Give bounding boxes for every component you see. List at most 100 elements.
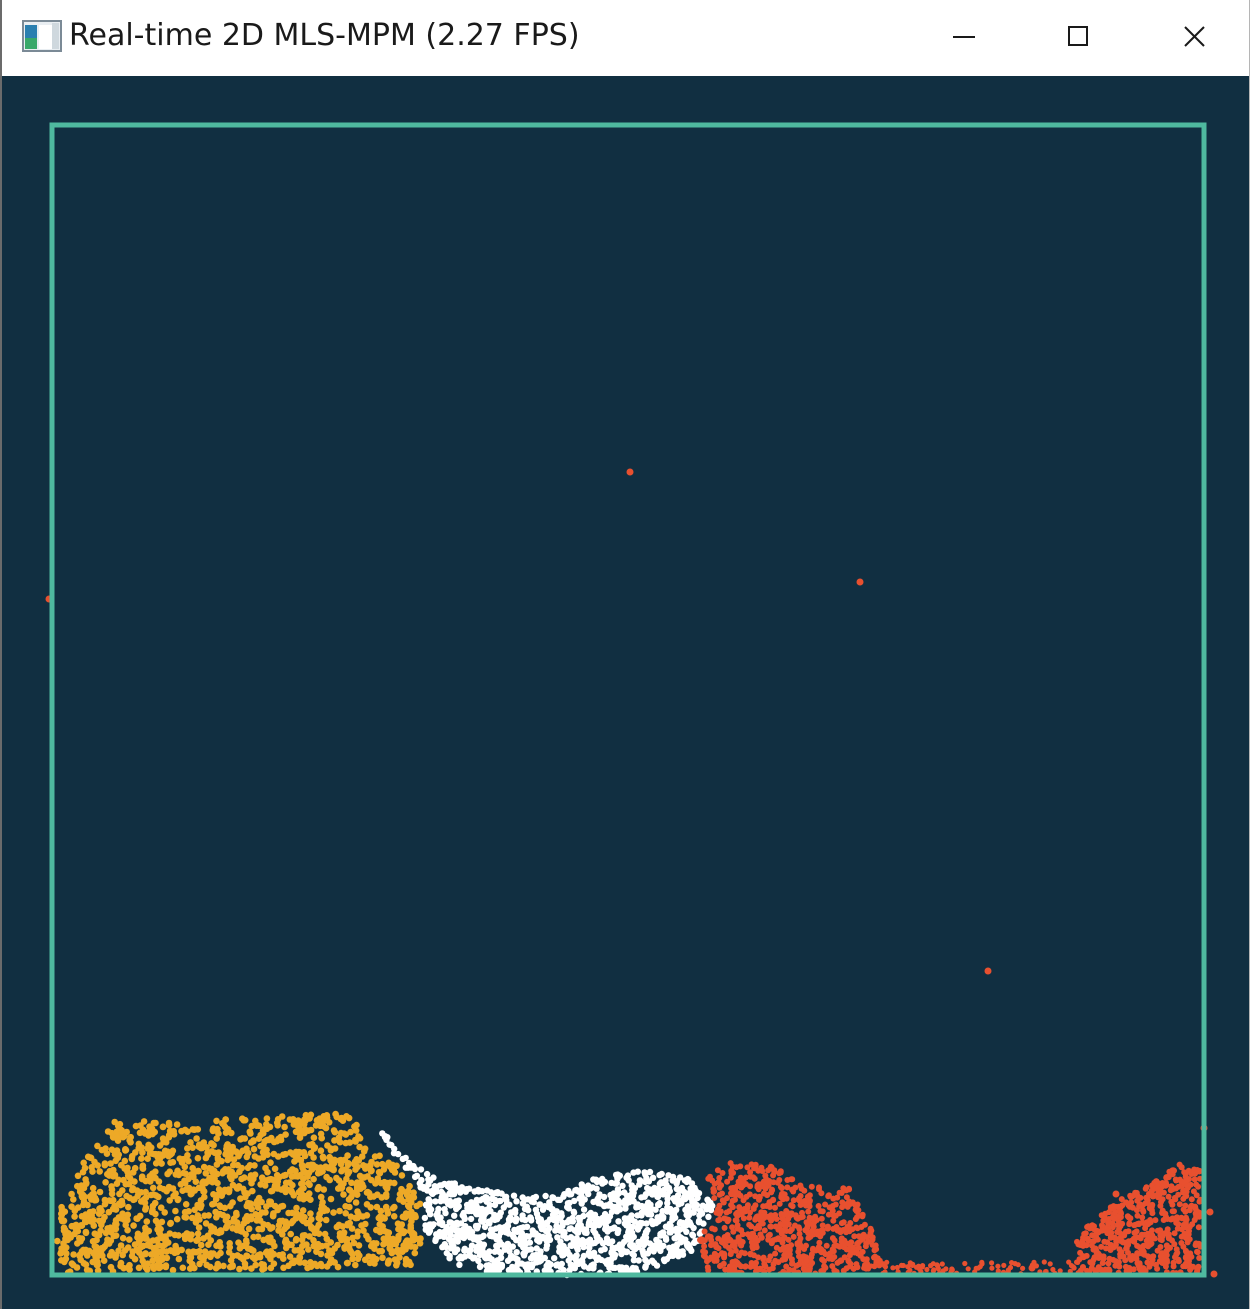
particle bbox=[117, 1215, 125, 1222]
particle bbox=[770, 1179, 777, 1186]
particle bbox=[197, 1197, 205, 1204]
particle bbox=[425, 1229, 433, 1236]
particle bbox=[83, 1266, 91, 1274]
particle bbox=[1157, 1232, 1164, 1239]
minimize-button[interactable] bbox=[908, 0, 1018, 74]
particle bbox=[313, 1225, 320, 1232]
particle bbox=[261, 1126, 268, 1133]
particle bbox=[320, 1186, 328, 1193]
particle bbox=[259, 1149, 267, 1156]
particle bbox=[423, 1185, 430, 1193]
particle bbox=[120, 1264, 127, 1272]
particle bbox=[1117, 1253, 1124, 1260]
particle bbox=[185, 1231, 193, 1238]
particle bbox=[590, 1227, 597, 1234]
particle bbox=[1125, 1214, 1132, 1221]
particle bbox=[558, 1243, 565, 1251]
particle bbox=[845, 1223, 852, 1230]
particle bbox=[564, 1248, 571, 1255]
particle bbox=[331, 1137, 338, 1144]
particle bbox=[473, 1234, 480, 1241]
particle bbox=[593, 1233, 600, 1241]
particle bbox=[867, 1230, 874, 1237]
particle bbox=[593, 1256, 601, 1264]
particle bbox=[1079, 1240, 1086, 1247]
particle bbox=[163, 1187, 170, 1195]
particle bbox=[583, 1187, 590, 1195]
particle bbox=[762, 1172, 769, 1179]
particle bbox=[786, 1247, 793, 1254]
particle bbox=[1113, 1238, 1120, 1245]
particle bbox=[772, 1250, 779, 1257]
particle bbox=[1143, 1242, 1150, 1249]
particle bbox=[567, 1242, 574, 1249]
particle bbox=[212, 1228, 220, 1236]
particle bbox=[1074, 1238, 1080, 1245]
particle bbox=[995, 1263, 1001, 1269]
particle bbox=[806, 1203, 813, 1210]
particle bbox=[222, 1116, 229, 1123]
particle bbox=[340, 1191, 347, 1198]
particle bbox=[142, 1250, 149, 1257]
particle bbox=[78, 1190, 85, 1197]
particle bbox=[244, 1149, 252, 1157]
particle bbox=[638, 1194, 645, 1201]
particle bbox=[545, 1236, 552, 1243]
particle bbox=[559, 1222, 566, 1230]
particle bbox=[900, 1262, 906, 1269]
particle bbox=[214, 1125, 221, 1133]
particle bbox=[247, 1130, 254, 1137]
particle bbox=[755, 1222, 762, 1229]
particle bbox=[1015, 1262, 1021, 1268]
particle bbox=[345, 1114, 353, 1122]
simulation-canvas[interactable] bbox=[2, 76, 1249, 1309]
particle bbox=[450, 1220, 457, 1228]
particle bbox=[596, 1191, 603, 1198]
particle bbox=[156, 1142, 164, 1149]
particle bbox=[323, 1114, 331, 1122]
particle bbox=[435, 1205, 442, 1213]
particle bbox=[119, 1234, 127, 1242]
particle bbox=[1140, 1248, 1147, 1255]
particle bbox=[1001, 1262, 1007, 1268]
particle bbox=[431, 1183, 438, 1190]
particle bbox=[738, 1263, 745, 1270]
particle bbox=[571, 1197, 578, 1205]
particle bbox=[1131, 1229, 1138, 1236]
particle bbox=[822, 1264, 829, 1271]
particle bbox=[1111, 1215, 1118, 1222]
particle bbox=[527, 1255, 535, 1262]
particle bbox=[432, 1198, 439, 1205]
particle bbox=[767, 1223, 774, 1230]
particle bbox=[780, 1235, 787, 1242]
particle bbox=[310, 1237, 317, 1244]
close-button[interactable] bbox=[1138, 0, 1248, 74]
particle bbox=[502, 1194, 509, 1201]
particle bbox=[1123, 1245, 1130, 1252]
particle bbox=[314, 1164, 322, 1172]
particle bbox=[624, 1195, 631, 1203]
title-bar[interactable]: Real-time 2D MLS-MPM (2.27 FPS) bbox=[2, 0, 1249, 76]
particle bbox=[327, 1155, 335, 1163]
particle bbox=[271, 1202, 279, 1210]
particle bbox=[126, 1174, 134, 1182]
particle bbox=[122, 1146, 129, 1153]
particle bbox=[250, 1145, 258, 1153]
particle bbox=[748, 1223, 755, 1230]
particle bbox=[479, 1244, 486, 1251]
particle bbox=[666, 1187, 673, 1195]
particle bbox=[175, 1255, 183, 1263]
particle bbox=[370, 1193, 377, 1200]
particle bbox=[612, 1196, 619, 1203]
maximize-button[interactable] bbox=[1023, 0, 1133, 74]
particle bbox=[182, 1214, 190, 1221]
particle bbox=[749, 1242, 756, 1249]
particle bbox=[68, 1203, 75, 1210]
particle bbox=[1169, 1186, 1176, 1193]
particle bbox=[1105, 1266, 1112, 1273]
particle bbox=[836, 1210, 843, 1217]
particle bbox=[165, 1119, 173, 1127]
particle bbox=[766, 1204, 773, 1210]
particle bbox=[486, 1201, 494, 1209]
particle bbox=[1117, 1203, 1124, 1210]
